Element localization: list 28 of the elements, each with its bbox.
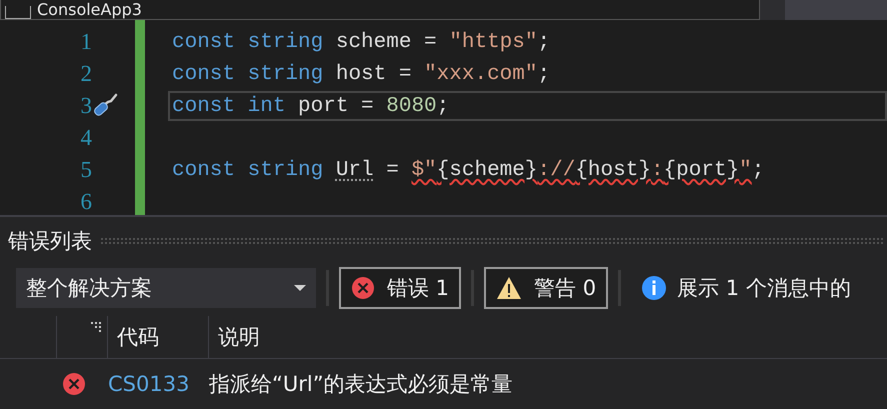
code-line: const int port = 8080;	[172, 94, 450, 118]
error-icon	[351, 276, 375, 300]
line-number: 2	[80, 61, 92, 87]
column-header[interactable]: 代码	[108, 316, 209, 358]
project-icon	[5, 6, 31, 19]
info-icon	[641, 275, 668, 301]
column-chooser-icon[interactable]	[91, 322, 101, 332]
line-number: 6	[80, 189, 92, 215]
scope-dropdown[interactable]: 整个解决方案	[16, 268, 316, 308]
line-number: 3	[80, 93, 92, 119]
code-line: const string scheme = "https";	[172, 30, 550, 54]
error-code-link[interactable]: CS0133	[108, 372, 190, 396]
error-description: 指派给“Url”的表达式必须是常量	[208, 371, 513, 398]
warning-icon	[496, 276, 522, 300]
filter-toggle[interactable]: 警告 0	[484, 267, 608, 309]
line-number: 4	[80, 125, 92, 151]
line-number: 5	[80, 157, 92, 183]
project-title: ConsoleApp3	[37, 1, 142, 19]
project-dropdown[interactable]: ConsoleApp3	[0, 0, 760, 20]
error-icon	[62, 372, 86, 396]
line-number: 1	[80, 29, 92, 55]
code-line: const string host = "xxx.com";	[172, 62, 550, 86]
caret-icon	[294, 284, 306, 292]
message-count: 展示 1 个消息中的	[677, 275, 851, 302]
column-header[interactable]: 说明	[209, 316, 887, 358]
code-line: const string Url = $"{scheme}://{host}:{port}";	[172, 158, 764, 182]
panel-title: 错误列表	[8, 228, 92, 255]
filter-toggle[interactable]: 错误 1	[339, 267, 462, 309]
